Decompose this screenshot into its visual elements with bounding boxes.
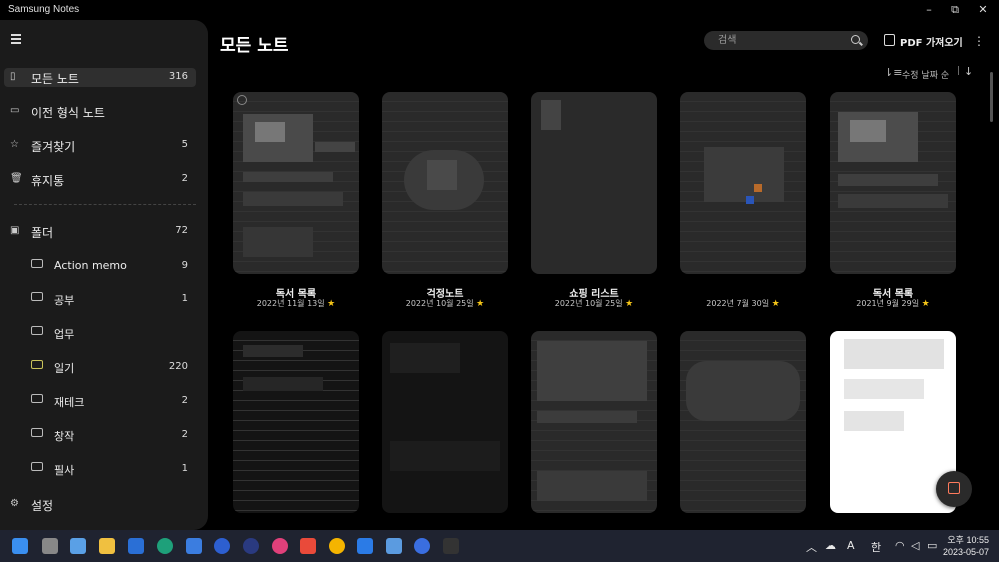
sidebar-item-favorites[interactable]: ☆ 즐겨찾기 5: [4, 136, 196, 155]
folder-icon: [31, 259, 43, 268]
scrollbar[interactable]: [990, 72, 993, 122]
page-title: 모든 노트: [220, 36, 289, 56]
divider: [14, 204, 196, 205]
ime-mode[interactable]: A: [847, 539, 855, 552]
wifi-icon[interactable]: ◠: [895, 539, 905, 552]
new-note-button[interactable]: [936, 471, 972, 507]
title-bar: Samsung Notes – ⧉ ✕: [0, 0, 999, 20]
legacy-note-icon: ▭: [10, 105, 20, 116]
menu-icon[interactable]: [11, 34, 21, 44]
sort-separator: |: [957, 66, 961, 76]
note-date: 2022년 7월 30일 ★: [706, 299, 780, 309]
folder-icon: [31, 360, 43, 369]
star-icon: ☆: [10, 139, 19, 150]
app-title: Samsung Notes: [8, 4, 80, 15]
sort-direction-icon[interactable]: ↓: [964, 65, 973, 78]
note-card[interactable]: [531, 92, 657, 274]
folder-icon: [31, 292, 43, 301]
favorite-star-icon[interactable]: ★: [327, 299, 335, 309]
sidebar-item-settings[interactable]: ⚙ 설정: [4, 495, 196, 514]
note-card[interactable]: [830, 92, 956, 274]
favorite-star-icon[interactable]: ★: [625, 299, 633, 309]
note-date: 2021년 9월 29일 ★: [856, 299, 930, 309]
folder-icon: [31, 462, 43, 471]
favorite-star-icon[interactable]: ★: [772, 299, 780, 309]
battery-icon[interactable]: ▭: [927, 539, 937, 552]
app-icon[interactable]: [272, 538, 288, 554]
note-card[interactable]: [680, 92, 806, 274]
note-date: 2022년 11월 13일 ★: [256, 299, 336, 309]
sidebar-item-legacy-notes[interactable]: ▭ 이전 형식 노트: [4, 102, 196, 121]
folder-icon: [31, 326, 43, 335]
sidebar-item-trash[interactable]: 🗑 휴지통 2: [4, 170, 196, 189]
folder-item-study[interactable]: 공부 1: [4, 289, 196, 309]
compose-icon: [948, 482, 960, 494]
favorite-star-icon[interactable]: ★: [476, 299, 484, 309]
folder-item-finance[interactable]: 재테크 2: [4, 391, 196, 411]
task-view-icon[interactable]: [42, 538, 58, 554]
app-icon[interactable]: [414, 538, 430, 554]
sidebar-item-folders[interactable]: ▣ 폴더 72: [4, 222, 196, 241]
pdf-import-icon: [884, 34, 895, 46]
app-icon[interactable]: [70, 538, 86, 554]
note-date: 2022년 10월 25일 ★: [554, 299, 634, 309]
ime-language[interactable]: 한: [871, 539, 881, 555]
folder-icon: [31, 394, 43, 403]
search-input[interactable]: [718, 33, 838, 48]
app-icon[interactable]: [214, 538, 230, 554]
chrome-icon[interactable]: [329, 538, 345, 554]
gear-icon: ⚙: [10, 498, 19, 509]
note-card[interactable]: [531, 331, 657, 513]
note-card[interactable]: [382, 92, 508, 274]
taskbar: ︿ ☁ A 한 ◠ ◁ ▭ 오후 10:55 2023-05-07: [0, 530, 999, 562]
todo-icon[interactable]: [357, 538, 373, 554]
app-icon[interactable]: [128, 538, 144, 554]
clock[interactable]: 오후 10:55 2023-05-07: [943, 534, 989, 558]
favorite-star-icon[interactable]: ★: [922, 299, 930, 309]
app-icon[interactable]: [157, 538, 173, 554]
trash-icon: 🗑: [10, 173, 23, 184]
search-icon[interactable]: [851, 35, 860, 44]
restore-button[interactable]: ⧉: [940, 2, 970, 18]
app-icon[interactable]: [186, 538, 202, 554]
folder-item-work[interactable]: 업무: [4, 323, 196, 343]
note-card[interactable]: [680, 331, 806, 513]
settings-app-icon[interactable]: [243, 538, 259, 554]
note-card[interactable]: [233, 331, 359, 513]
start-icon[interactable]: [12, 538, 28, 554]
sidebar-item-all-notes[interactable]: ▯ 모든 노트 316: [4, 68, 196, 87]
folder-icon: ▣: [10, 225, 20, 236]
note-date: 2022년 10월 25일 ★: [405, 299, 485, 309]
folder-item-action-memo[interactable]: Action memo 9: [4, 256, 196, 276]
samsung-notes-icon[interactable]: [300, 538, 316, 554]
note-card[interactable]: [382, 331, 508, 513]
sidebar: ▯ 모든 노트 316 ▭ 이전 형식 노트 ☆ 즐겨찾기 5 🗑 휴지통 2 …: [0, 20, 208, 530]
volume-icon[interactable]: ◁: [911, 539, 919, 552]
select-checkbox[interactable]: [237, 95, 247, 105]
app-icon[interactable]: [443, 538, 459, 554]
file-explorer-icon[interactable]: [99, 538, 115, 554]
chevron-up-icon[interactable]: ︿: [806, 539, 817, 555]
folder-item-creative[interactable]: 창작 2: [4, 425, 196, 445]
more-options-button[interactable]: ⋮: [973, 34, 985, 48]
note-card[interactable]: [233, 92, 359, 274]
note-icon: ▯: [10, 71, 16, 82]
sort-icon[interactable]: ⇂≡: [884, 66, 902, 79]
sort-label[interactable]: 수정 날짜 순: [902, 68, 949, 81]
close-button[interactable]: ✕: [968, 2, 998, 18]
app-icon[interactable]: [386, 538, 402, 554]
folder-item-transcription[interactable]: 필사 1: [4, 459, 196, 479]
cloud-icon[interactable]: ☁: [825, 539, 836, 552]
search-bar[interactable]: [704, 31, 868, 50]
folder-icon: [31, 428, 43, 437]
folder-item-diary[interactable]: 일기 220: [4, 357, 196, 377]
